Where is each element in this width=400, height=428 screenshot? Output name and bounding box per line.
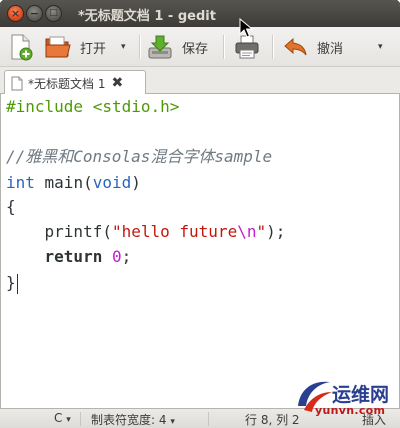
minimize-icon: −: [29, 7, 40, 20]
tab-label: *无标题文档 1: [28, 76, 106, 91]
close-window-button[interactable]: ×: [7, 5, 24, 22]
text-cursor: [16, 273, 18, 294]
code-comment: //雅黑和Consolas混合字体sample: [6, 147, 273, 166]
code-line-3: //雅黑和Consolas混合字体sample: [6, 145, 272, 169]
tab-width-label: 制表符宽度: 4: [91, 413, 167, 427]
save-button[interactable]: 保存: [147, 27, 208, 67]
undo-button[interactable]: 撤消: [283, 27, 343, 67]
printf-call: printf(: [44, 222, 112, 241]
status-separator: [208, 412, 209, 426]
code-line-4: int main(void): [6, 171, 141, 195]
status-separator: [80, 412, 81, 426]
semicolon: ;: [121, 247, 132, 266]
title-bar[interactable]: × − □ *无标题文档 1 - gedit: [0, 0, 400, 27]
open-button[interactable]: 打开: [44, 27, 106, 67]
tab-untitled-document-1[interactable]: *无标题文档 1 ✖: [4, 70, 146, 95]
code-line-6: printf("hello future\n");: [6, 220, 286, 244]
close-tab-icon[interactable]: ✖: [111, 76, 123, 90]
undo-arrow-icon: [284, 37, 307, 56]
site-watermark-logo: 运维网 yunvn.com: [292, 376, 400, 424]
watermark-url: yunvn.com: [315, 404, 386, 417]
mouse-pointer-icon: [239, 18, 253, 38]
language-label: C: [54, 411, 63, 425]
gedit-window: × − □ *无标题文档 1 - gedit 打开 ▾ 保存 撤消 ▾ *无标题…: [0, 0, 400, 428]
chevron-down-icon: ▾: [170, 417, 175, 427]
main-signature-close: ): [131, 173, 141, 192]
open-brace: {: [6, 197, 16, 216]
language-selector[interactable]: C ▾: [54, 411, 71, 425]
undo-history-dropdown[interactable]: ▾: [378, 27, 383, 67]
main-signature: main(: [34, 173, 93, 192]
string-literal-close: ": [256, 222, 267, 241]
keyword-return: return: [44, 247, 103, 266]
text-document-icon: [11, 76, 23, 90]
open-folder-icon: [45, 36, 71, 58]
toolbar-separator: [272, 35, 273, 59]
escape-sequence: \n: [237, 222, 257, 241]
text-editor-area[interactable]: #include <stdio.h> //雅黑和Consolas混合字体samp…: [0, 94, 400, 408]
open-label: 打开: [80, 41, 107, 57]
preprocessor-directive: #include <stdio.h>: [6, 97, 180, 116]
watermark-text: 运维网: [332, 384, 390, 406]
chevron-down-icon: ▾: [378, 42, 383, 52]
string-literal: "hello future: [111, 222, 238, 241]
undo-label: 撤消: [317, 41, 344, 57]
document-tab-bar: *无标题文档 1 ✖: [0, 67, 400, 95]
code-line-8: }: [6, 271, 18, 295]
chevron-down-icon: ▾: [121, 42, 126, 52]
statement-end: );: [266, 222, 286, 241]
maximize-window-button[interactable]: □: [45, 5, 62, 22]
maximize-icon: □: [49, 8, 58, 18]
code-line-1: #include <stdio.h>: [6, 95, 179, 119]
new-document-icon: [11, 34, 33, 61]
close-brace: }: [6, 273, 16, 292]
code-line-7: return 0;: [6, 245, 132, 269]
toolbar-separator: [223, 35, 224, 59]
keyword-int: int: [6, 173, 35, 192]
number-literal: 0: [111, 247, 122, 266]
toolbar-separator: [139, 35, 140, 59]
save-label: 保存: [182, 41, 209, 57]
open-recent-dropdown[interactable]: ▾: [121, 27, 126, 67]
tab-width-selector[interactable]: 制表符宽度: 4 ▾: [91, 411, 175, 428]
window-title: *无标题文档 1 - gedit: [78, 9, 216, 24]
toolbar: 打开 ▾ 保存 撤消 ▾: [0, 27, 400, 67]
close-icon: ×: [10, 7, 21, 20]
save-download-icon: [148, 35, 172, 59]
keyword-void: void: [92, 173, 132, 192]
new-document-button[interactable]: [8, 27, 34, 67]
minimize-window-button[interactable]: −: [26, 5, 43, 22]
chevron-down-icon: ▾: [66, 415, 71, 425]
code-line-5: {: [6, 195, 16, 219]
